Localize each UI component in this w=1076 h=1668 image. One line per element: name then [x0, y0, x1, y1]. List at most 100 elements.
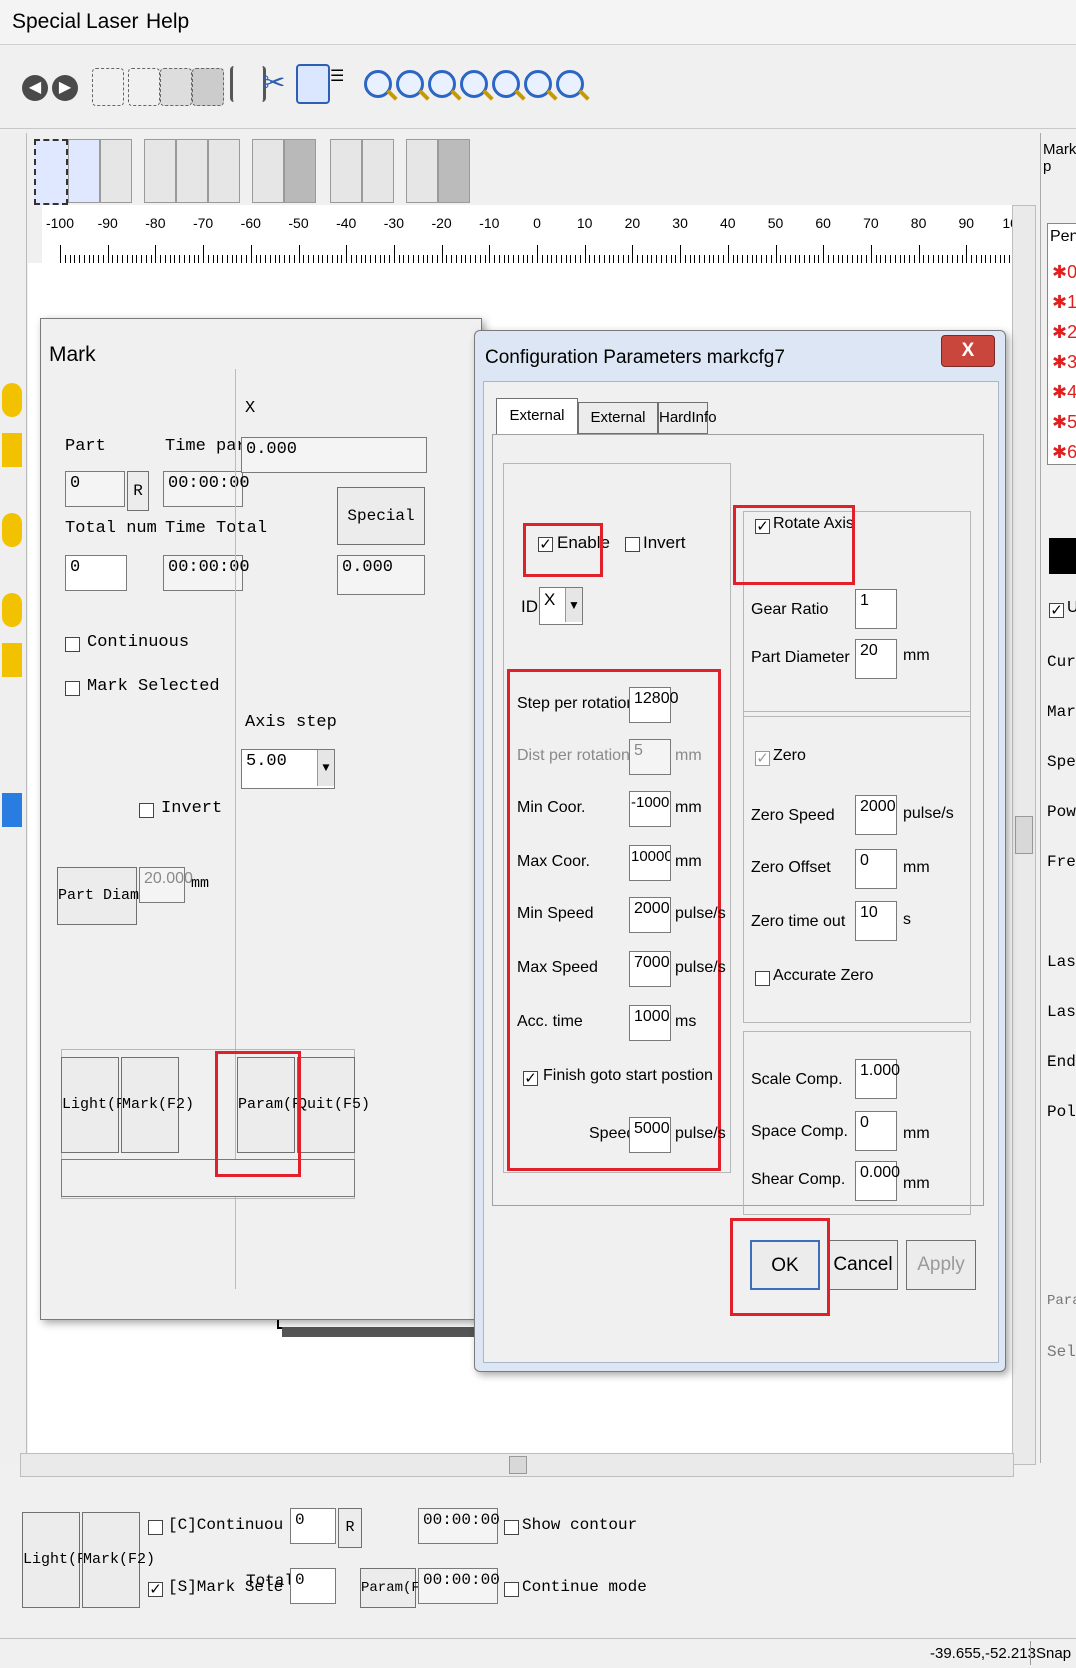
zoom-out-icon[interactable]	[460, 70, 488, 98]
tab-external-axis2[interactable]: External Axis2	[578, 402, 658, 456]
zoom-fit-icon[interactable]	[524, 70, 552, 98]
chevron-down-icon[interactable]: ▼	[565, 588, 582, 622]
step-per-rotation-field[interactable]: 12800	[629, 687, 679, 723]
tool-yellow-1-icon[interactable]	[2, 383, 22, 417]
part-field[interactable]: 0	[65, 471, 125, 507]
zoom-icon[interactable]	[364, 70, 392, 98]
scale-comp-field[interactable]: 1.000	[855, 1059, 900, 1099]
lock-icon[interactable]	[144, 139, 176, 203]
acc-time-field[interactable]: 1000	[629, 1005, 671, 1041]
part-diameter-button[interactable]: Part Diameter	[57, 867, 175, 925]
use-checkbox[interactable]: ✓	[1049, 603, 1064, 618]
cancel-button[interactable]: Cancel	[828, 1240, 898, 1290]
vertical-scrollbar[interactable]	[1012, 205, 1036, 1465]
mirror-v-icon[interactable]	[362, 139, 394, 203]
zero-offset-field[interactable]: 0	[855, 849, 897, 889]
menu-help[interactable]: Help	[146, 10, 189, 34]
pen-row[interactable]: ✱3	[1052, 352, 1076, 373]
tool-yellow-2-icon[interactable]	[2, 433, 22, 467]
show-contour-checkbox[interactable]	[504, 1520, 519, 1535]
max-coor-field[interactable]: 100000	[629, 845, 671, 881]
pen-row[interactable]: ✱5	[1052, 412, 1076, 433]
pick-icon[interactable]	[252, 139, 284, 203]
zoom-select-icon[interactable]	[556, 70, 584, 98]
bottom-param-button[interactable]: Param(F3)	[360, 1568, 437, 1608]
part-diameter-field[interactable]: 20	[855, 639, 897, 679]
zoom-in-icon[interactable]	[396, 70, 424, 98]
total-num-field[interactable]: 0	[65, 555, 127, 591]
tool-yellow-5-icon[interactable]	[2, 643, 22, 677]
menu-laser[interactable]: Laser	[86, 10, 139, 34]
pen-row[interactable]: ✱4	[1052, 382, 1076, 403]
horizontal-scroll-thumb[interactable]	[509, 1456, 527, 1474]
zoom-in-2-icon[interactable]	[428, 70, 456, 98]
node-select-icon[interactable]	[128, 68, 160, 106]
zoom-all-icon[interactable]	[492, 70, 520, 98]
tool-blue-icon[interactable]	[2, 793, 22, 827]
zero-speed-field[interactable]: 2000	[855, 795, 897, 835]
tab-external-axis1[interactable]: External Axis1	[496, 398, 578, 458]
continue-mode-checkbox[interactable]	[504, 1582, 519, 1597]
part-reset-button[interactable]: R	[127, 471, 149, 511]
mark-sele-checkbox[interactable]: ✓	[148, 1582, 163, 1597]
color-swatch[interactable]	[1049, 538, 1076, 574]
vertical-scroll-thumb[interactable]	[1015, 816, 1033, 854]
pen-row[interactable]: ✱6	[1052, 442, 1076, 463]
speed-field[interactable]: 5000	[629, 1117, 671, 1153]
close-icon[interactable]: X	[941, 335, 995, 367]
mirror-h-icon[interactable]	[330, 139, 362, 203]
ungroup-icon[interactable]	[100, 139, 132, 203]
chevron-down-icon[interactable]: ▼	[317, 750, 334, 786]
finish-goto-checkbox[interactable]: ✓	[523, 1071, 538, 1086]
space-comp-field[interactable]: 0	[855, 1111, 897, 1151]
tool-yellow-3-icon[interactable]	[2, 513, 22, 547]
shear-comp-field[interactable]: 0.000	[855, 1161, 900, 1201]
node-edit-icon[interactable]	[92, 68, 124, 106]
sort-icon[interactable]: ☰	[330, 66, 360, 102]
bottom-mark-button[interactable]: Mark(F2)	[82, 1512, 155, 1608]
zero-checkbox[interactable]: ✓	[755, 751, 770, 766]
apply-button[interactable]: Apply	[906, 1240, 976, 1290]
special-pos-button[interactable]: Special pos	[337, 487, 425, 581]
bottom-part-reset-button[interactable]: R	[338, 1508, 362, 1548]
bottom-light-button[interactable]: Light(F1)	[22, 1512, 104, 1608]
hide-icon[interactable]	[438, 139, 470, 203]
param-button[interactable]: Param	[1047, 1293, 1076, 1309]
align-icon[interactable]	[230, 66, 266, 102]
menu-special[interactable]: Special	[12, 10, 81, 34]
select-button[interactable]: Sele	[1047, 1343, 1076, 1361]
quit-button[interactable]: Quit(F5)	[297, 1057, 370, 1153]
scissors-icon[interactable]: ✂	[262, 66, 292, 102]
pen-row[interactable]: ✱2	[1052, 322, 1076, 343]
horizontal-scrollbar[interactable]	[20, 1453, 1014, 1477]
mark-selected-checkbox[interactable]	[65, 681, 80, 696]
group-icon[interactable]	[68, 139, 100, 203]
continuous-checkbox[interactable]	[65, 637, 80, 652]
tab-hardinfo[interactable]: HardInfo	[658, 402, 717, 434]
light-button[interactable]: Light(F1)	[61, 1057, 143, 1153]
pen-row[interactable]: ✱1	[1052, 292, 1076, 313]
view-icon[interactable]	[406, 139, 438, 203]
node-delete-icon[interactable]	[192, 68, 224, 106]
grid-icon[interactable]	[296, 64, 330, 104]
min-coor-field[interactable]: -100000	[629, 791, 671, 827]
node-add-icon[interactable]	[160, 68, 192, 106]
forward-icon[interactable]: ▶	[52, 75, 78, 101]
bottom-part-field[interactable]: 0	[290, 1508, 336, 1544]
lock-all-icon[interactable]	[208, 139, 240, 203]
min-speed-field[interactable]: 2000	[629, 897, 671, 933]
invert-checkbox[interactable]	[139, 803, 154, 818]
max-speed-field[interactable]: 7000	[629, 951, 671, 987]
axis-step-select[interactable]: 5.00 ▼	[241, 749, 335, 789]
arrow-icon[interactable]	[284, 139, 316, 203]
select-group-icon[interactable]	[34, 139, 68, 205]
unlock-icon[interactable]	[176, 139, 208, 203]
invert-checkbox[interactable]	[625, 537, 640, 552]
pen-row[interactable]: ✱0	[1052, 262, 1076, 283]
accurate-zero-checkbox[interactable]	[755, 971, 770, 986]
tool-yellow-4-icon[interactable]	[2, 593, 22, 627]
gear-ratio-field[interactable]: 1	[855, 589, 897, 629]
back-icon[interactable]: ◀	[22, 75, 48, 101]
bottom-total-field[interactable]: 0	[290, 1568, 336, 1604]
id-select[interactable]: X ▼	[539, 587, 583, 625]
